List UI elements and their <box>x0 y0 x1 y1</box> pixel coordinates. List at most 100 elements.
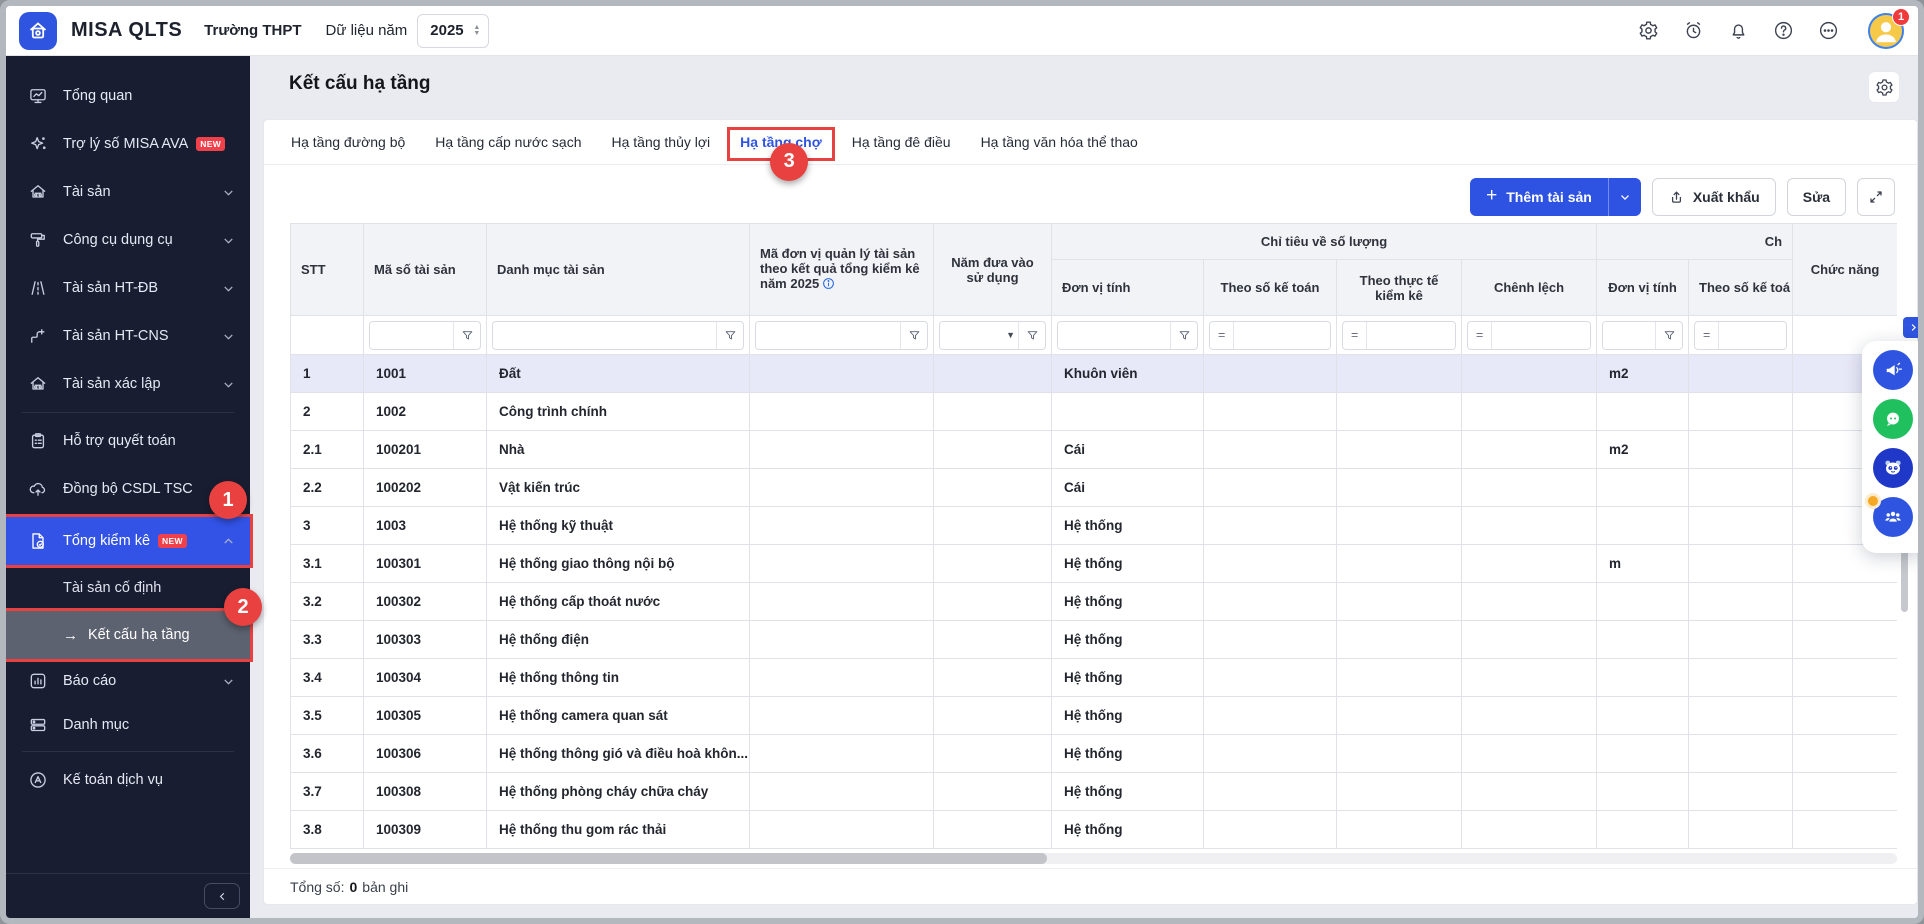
cell-stt[interactable]: 2 <box>291 393 364 431</box>
cell-acc[interactable] <box>1204 393 1337 431</box>
sidebar-item-ke-toan-dich-vu[interactable]: Kế toán dịch vụ <box>6 756 250 804</box>
cell-actual[interactable] <box>1337 469 1462 507</box>
more-options-icon[interactable] <box>1817 20 1839 42</box>
funnel-icon[interactable] <box>900 322 927 349</box>
cell-diff[interactable] <box>1462 735 1597 773</box>
sidebar-item-tong-quan[interactable]: Tổng quan <box>6 72 250 120</box>
cell-acc[interactable] <box>1204 545 1337 583</box>
fullscreen-button[interactable] <box>1857 178 1895 216</box>
equals-operator[interactable]: = <box>1210 322 1234 349</box>
cell-diff[interactable] <box>1462 431 1597 469</box>
side-panel-toggle-button[interactable] <box>1903 317 1924 338</box>
cell-year_used[interactable] <box>934 621 1052 659</box>
sidebar-item-ht-db[interactable]: Tài sản HT-ĐB <box>6 264 250 312</box>
table-row[interactable]: 2.1100201NhàCáim2 <box>291 431 1898 469</box>
column-header-year-used[interactable]: Năm đưa vào sử dụng <box>934 224 1052 316</box>
sidebar-subitem-tai-san-co-dinh[interactable]: Tài sản cố định <box>6 565 250 611</box>
cell-unit_code[interactable] <box>750 355 934 393</box>
cell-stt[interactable]: 3.2 <box>291 583 364 621</box>
cell-actual[interactable] <box>1337 583 1462 621</box>
code-filter-input[interactable] <box>370 322 453 349</box>
cell-name[interactable]: Hệ thống cấp thoát nước <box>487 583 750 621</box>
cell-unit2[interactable] <box>1597 697 1689 735</box>
column-header-unit2[interactable]: Đơn vị tính <box>1597 260 1689 316</box>
sidebar-item-misa-ava[interactable]: Trợ lý số MISA AVA NEW <box>6 120 250 168</box>
cell-actual[interactable] <box>1337 811 1462 849</box>
cell-actual[interactable] <box>1337 545 1462 583</box>
cell-year_used[interactable] <box>934 583 1052 621</box>
cell-unit[interactable]: Hệ thống <box>1052 735 1204 773</box>
funnel-icon[interactable] <box>1018 322 1045 349</box>
cell-stt[interactable]: 1 <box>291 355 364 393</box>
cell-year_used[interactable] <box>934 507 1052 545</box>
funnel-icon[interactable] <box>453 322 480 349</box>
cell-code[interactable]: 100306 <box>364 735 487 773</box>
cell-acc2[interactable] <box>1689 697 1793 735</box>
cell-year_used[interactable] <box>934 545 1052 583</box>
tab-ha-tang-thuy-loi[interactable]: Hạ tầng thủy lợi <box>596 120 725 165</box>
cell-year_used[interactable] <box>934 469 1052 507</box>
cell-unit2[interactable] <box>1597 469 1689 507</box>
cell-unit[interactable]: Cái <box>1052 431 1204 469</box>
cell-unit2[interactable]: m <box>1597 545 1689 583</box>
app-logo[interactable] <box>19 12 57 50</box>
cell-actual[interactable] <box>1337 355 1462 393</box>
organization-name[interactable]: Trường THPT <box>204 22 301 39</box>
cell-func[interactable] <box>1793 735 1897 773</box>
sidebar-collapse-button[interactable] <box>204 883 240 909</box>
name-filter-input[interactable] <box>493 322 716 349</box>
announcement-button[interactable] <box>1873 350 1913 390</box>
cell-diff[interactable] <box>1462 507 1597 545</box>
cell-unit2[interactable]: m2 <box>1597 431 1689 469</box>
cell-actual[interactable] <box>1337 431 1462 469</box>
cell-acc2[interactable] <box>1689 545 1793 583</box>
column-header-accounting2[interactable]: Theo số kế toá <box>1689 260 1793 316</box>
vertical-scrollbar-thumb[interactable] <box>1901 550 1908 612</box>
funnel-icon[interactable] <box>1655 322 1682 349</box>
cell-unit[interactable]: Cái <box>1052 469 1204 507</box>
cell-acc2[interactable] <box>1689 659 1793 697</box>
cell-stt[interactable]: 2.2 <box>291 469 364 507</box>
cell-unit_code[interactable] <box>750 773 934 811</box>
cell-acc2[interactable] <box>1689 621 1793 659</box>
table-row[interactable]: 3.8100309Hệ thống thu gom rác thảiHệ thố… <box>291 811 1898 849</box>
cell-diff[interactable] <box>1462 545 1597 583</box>
cell-diff[interactable] <box>1462 659 1597 697</box>
cell-acc2[interactable] <box>1689 583 1793 621</box>
info-icon[interactable] <box>822 277 835 293</box>
cell-name[interactable]: Vật kiến trúc <box>487 469 750 507</box>
funnel-icon[interactable] <box>716 322 743 349</box>
cell-unit[interactable] <box>1052 393 1204 431</box>
column-header-unit-code[interactable]: Mã đơn vị quản lý tài sản theo kết quả t… <box>750 224 934 316</box>
cell-func[interactable] <box>1793 773 1897 811</box>
cell-name[interactable]: Công trình chính <box>487 393 750 431</box>
cell-unit_code[interactable] <box>750 545 934 583</box>
sidebar-item-cong-cu[interactable]: Công cụ dụng cụ <box>6 216 250 264</box>
tab-ha-tang-de-dieu[interactable]: Hạ tầng đê điều <box>837 120 966 165</box>
cell-acc2[interactable] <box>1689 393 1793 431</box>
cell-diff[interactable] <box>1462 583 1597 621</box>
unit-filter-input[interactable] <box>1058 322 1170 349</box>
cell-acc[interactable] <box>1204 469 1337 507</box>
funnel-icon[interactable] <box>1170 322 1197 349</box>
cell-acc2[interactable] <box>1689 735 1793 773</box>
sidebar-item-xac-lap[interactable]: Tài sản xác lập <box>6 360 250 408</box>
table-row[interactable]: 11001ĐấtKhuôn viênm2 <box>291 355 1898 393</box>
table-row[interactable]: 3.7100308Hệ thống phòng cháy chữa cháyHệ… <box>291 773 1898 811</box>
unit-code-filter-input[interactable] <box>756 322 900 349</box>
add-asset-dropdown-button[interactable] <box>1608 178 1641 216</box>
cell-code[interactable]: 100305 <box>364 697 487 735</box>
cell-stt[interactable]: 3 <box>291 507 364 545</box>
cell-stt[interactable]: 3.3 <box>291 621 364 659</box>
cell-code[interactable]: 100201 <box>364 431 487 469</box>
cell-diff[interactable] <box>1462 469 1597 507</box>
sidebar-item-bao-cao[interactable]: Báo cáo <box>6 659 250 703</box>
unit2-filter-input[interactable] <box>1603 322 1655 349</box>
cell-stt[interactable]: 3.1 <box>291 545 364 583</box>
cell-unit[interactable]: Hệ thống <box>1052 621 1204 659</box>
table-row[interactable]: 3.5100305Hệ thống camera quan sátHệ thốn… <box>291 697 1898 735</box>
cell-name[interactable]: Hệ thống giao thông nội bộ <box>487 545 750 583</box>
cell-year_used[interactable] <box>934 431 1052 469</box>
cell-acc[interactable] <box>1204 431 1337 469</box>
cell-acc2[interactable] <box>1689 811 1793 849</box>
